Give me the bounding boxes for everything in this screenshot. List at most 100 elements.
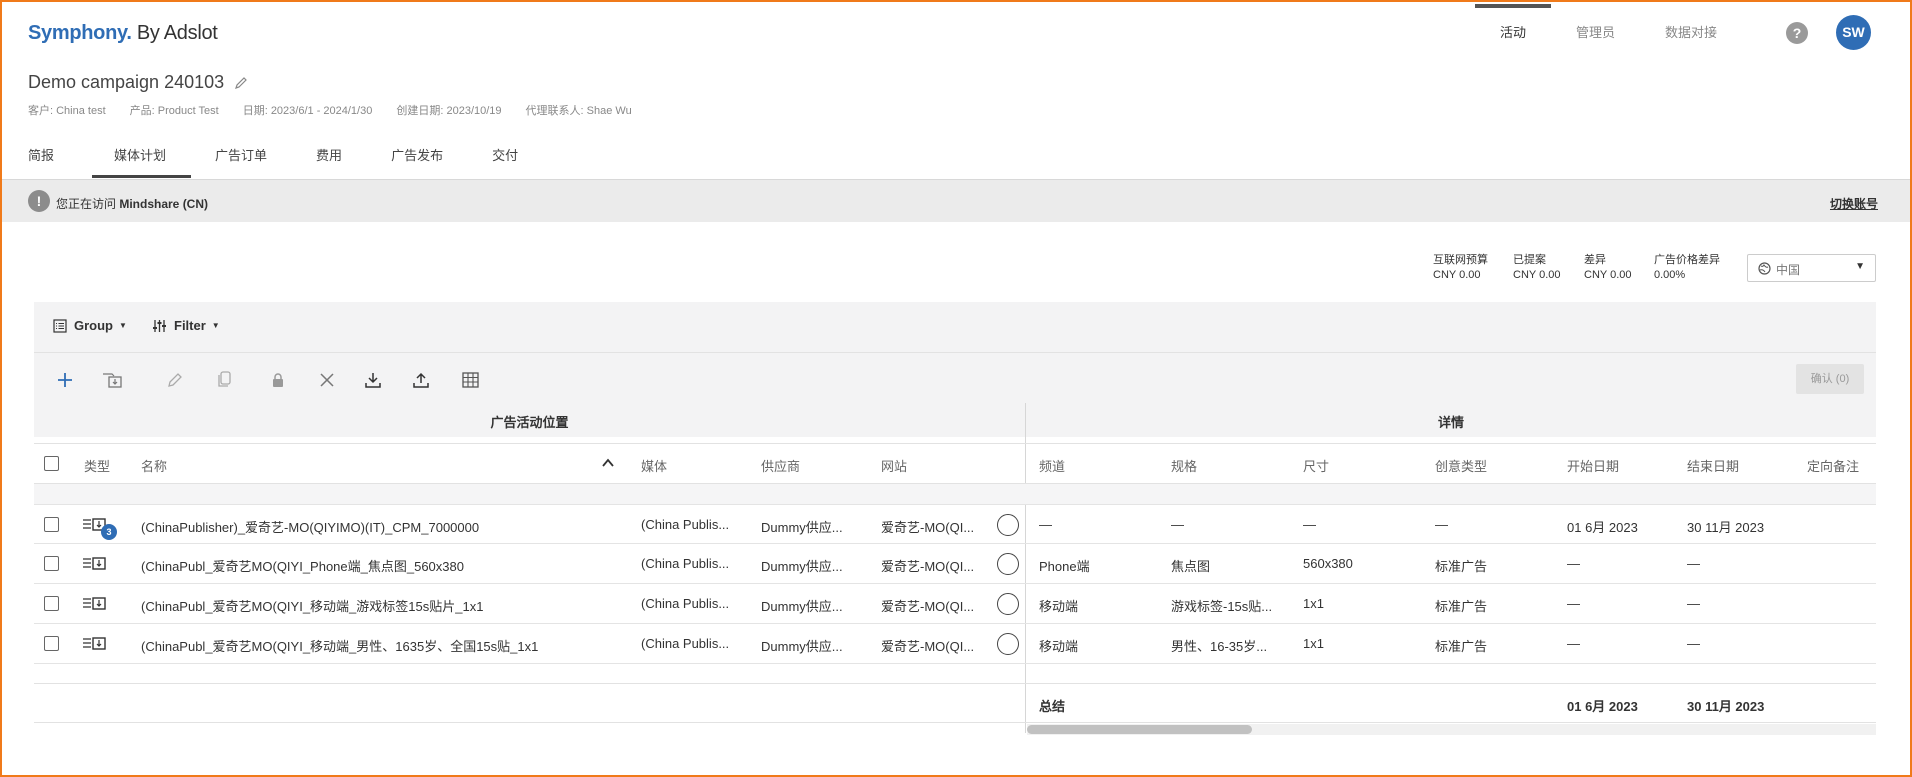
- row-radio[interactable]: [997, 514, 1019, 536]
- meta-client: 客户: China test: [28, 105, 106, 117]
- tab-brief[interactable]: 简报: [28, 135, 54, 178]
- col-spec[interactable]: 规格: [1171, 456, 1197, 475]
- placement-name[interactable]: (ChinaPubl_爱奇艺MO(QIYI_Phone端_焦点图_560x380: [141, 556, 621, 575]
- copy-icon[interactable]: [213, 369, 235, 391]
- chevron-down-icon: ▼: [1855, 261, 1865, 272]
- placement-package-icon: [83, 597, 106, 610]
- supplier-cell: Dummy供应...: [761, 520, 843, 535]
- sort-ascending-chevron-icon[interactable]: [601, 456, 615, 470]
- supplier-cell: Dummy供应...: [761, 559, 843, 574]
- move-placement-icon[interactable]: [102, 369, 124, 391]
- nav-admin[interactable]: 管理员: [1551, 0, 1640, 65]
- end-date-cell: —: [1687, 636, 1700, 651]
- group-list-icon: [53, 318, 67, 333]
- notice-text: 您正在访问 Mindshare (CN): [56, 197, 209, 211]
- summary-label: 总结: [1039, 699, 1066, 714]
- campaign-title-wrap: Demo campaign 240103: [28, 72, 248, 93]
- budget-internet: 互联网预算 CNY 0.00: [1433, 254, 1488, 281]
- nav-data-connect[interactable]: 数据对接: [1640, 0, 1742, 65]
- meta-agency-contact: 代理联系人: Shae Wu: [525, 105, 632, 117]
- col-site[interactable]: 网站: [881, 456, 907, 475]
- group-button[interactable]: Group ▼: [53, 318, 127, 333]
- tab-delivery[interactable]: 交付: [492, 135, 518, 178]
- globe-icon: [1758, 262, 1771, 275]
- section-details: 详情: [1437, 415, 1464, 430]
- page-title: Demo campaign 240103: [28, 72, 225, 92]
- add-icon[interactable]: [54, 369, 76, 391]
- tab-ad-publish[interactable]: 广告发布: [391, 135, 443, 178]
- site-cell: 爱奇艺-MO(QI...: [881, 559, 975, 574]
- start-date-cell: 01 6月 2023: [1567, 520, 1638, 535]
- columns-grid-icon[interactable]: [459, 369, 481, 391]
- site-cell: 爱奇艺-MO(QI...: [881, 599, 975, 614]
- download-icon[interactable]: [362, 369, 384, 391]
- brand-logo[interactable]: Symphony. By Adslot: [28, 22, 218, 45]
- placement-name[interactable]: (ChinaPublisher)_爱奇艺-MO(QIYIMO)(IT)_CPM_…: [141, 517, 621, 536]
- table-row[interactable]: 3 (ChinaPublisher)_爱奇艺-MO(QIYIMO)(IT)_CP…: [34, 504, 1876, 544]
- col-creative-type[interactable]: 创意类型: [1435, 456, 1487, 475]
- table-row[interactable]: (ChinaPubl_爱奇艺MO(QIYI_移动端_男性、1635岁、全国15s…: [34, 624, 1876, 664]
- col-name[interactable]: 名称: [141, 456, 167, 475]
- nav-campaigns[interactable]: 活动: [1474, 0, 1551, 65]
- row-radio[interactable]: [997, 553, 1019, 575]
- col-media[interactable]: 媒体: [641, 456, 667, 475]
- spec-cell: —: [1171, 517, 1184, 532]
- horizontal-scrollbar-thumb[interactable]: [1027, 725, 1252, 734]
- tab-media-plan[interactable]: 媒体计划: [92, 135, 192, 178]
- tab-ad-orders[interactable]: 广告订单: [215, 135, 267, 178]
- select-all-checkbox[interactable]: [44, 456, 59, 471]
- col-type[interactable]: 类型: [84, 456, 110, 475]
- avatar[interactable]: SW: [1836, 15, 1871, 50]
- help-icon[interactable]: ?: [1786, 22, 1808, 44]
- supplier-cell: Dummy供应...: [761, 639, 843, 654]
- placement-name[interactable]: (ChinaPubl_爱奇艺MO(QIYI_移动端_男性、1635岁、全国15s…: [141, 636, 621, 655]
- spec-cell: 游戏标签-15s贴...: [1171, 599, 1273, 614]
- lock-icon[interactable]: [267, 369, 289, 391]
- region-select[interactable]: 中国 ▼: [1747, 254, 1876, 282]
- col-supplier[interactable]: 供应商: [761, 456, 800, 475]
- switch-account-link[interactable]: 切换账号: [1830, 195, 1878, 212]
- edit-pencil-icon[interactable]: [234, 76, 248, 90]
- table-row[interactable]: (ChinaPubl_爱奇艺MO(QIYI_移动端_游戏标签15s贴片_1x1 …: [34, 584, 1876, 624]
- row-checkbox[interactable]: [44, 517, 59, 532]
- row-radio[interactable]: [997, 593, 1019, 615]
- top-bar: Symphony. By Adslot 活动 管理员 数据对接 ? SW: [0, 0, 1912, 65]
- edit-icon[interactable]: [164, 369, 186, 391]
- start-date-cell: —: [1567, 556, 1580, 571]
- col-start-date[interactable]: 开始日期: [1567, 456, 1619, 475]
- start-date-cell: —: [1567, 596, 1580, 611]
- col-size[interactable]: 尺寸: [1303, 456, 1329, 475]
- placement-name[interactable]: (ChinaPubl_爱奇艺MO(QIYI_移动端_游戏标签15s贴片_1x1: [141, 596, 621, 615]
- account-notice: ! 您正在访问 Mindshare (CN) 切换账号: [2, 179, 1910, 222]
- site-cell: 爱奇艺-MO(QI...: [881, 639, 975, 654]
- action-toolbar: 确认 (0): [34, 354, 1876, 405]
- table-row[interactable]: (ChinaPubl_爱奇艺MO(QIYI_Phone端_焦点图_560x380…: [34, 544, 1876, 584]
- size-cell: 1x1: [1303, 636, 1324, 651]
- media-cell: (China Publis...: [641, 596, 730, 611]
- table-header-row: 类型 名称 媒体 供应商 网站 频道 规格 尺寸 创意类型 开始日期 结束日期 …: [34, 443, 1876, 484]
- channel-cell: —: [1039, 517, 1052, 532]
- confirm-button[interactable]: 确认 (0): [1796, 364, 1864, 394]
- end-date-cell: —: [1687, 556, 1700, 571]
- campaign-tabs: 简报 媒体计划 广告订单 费用 广告发布 交付: [0, 135, 567, 178]
- end-date-cell: —: [1687, 596, 1700, 611]
- channel-cell: Phone端: [1039, 559, 1090, 574]
- row-radio[interactable]: [997, 633, 1019, 655]
- supplier-cell: Dummy供应...: [761, 599, 843, 614]
- budget-proposed: 已提案 CNY 0.00: [1513, 254, 1561, 281]
- spec-cell: 焦点图: [1171, 559, 1211, 574]
- size-cell: —: [1303, 517, 1316, 532]
- upload-icon[interactable]: [410, 369, 432, 391]
- summary-row: 总结 01 6月 2023 30 11月 2023: [34, 683, 1876, 723]
- filter-sliders-icon: [153, 319, 166, 332]
- row-checkbox[interactable]: [44, 556, 59, 571]
- delete-x-icon[interactable]: [316, 369, 338, 391]
- col-end-date[interactable]: 结束日期: [1687, 456, 1739, 475]
- row-checkbox[interactable]: [44, 636, 59, 651]
- tab-costs[interactable]: 费用: [316, 135, 342, 178]
- meta-dates: 日期: 2023/6/1 - 2024/1/30: [242, 105, 373, 117]
- filter-button[interactable]: Filter ▼: [152, 318, 220, 333]
- col-targeting-notes[interactable]: 定向备注: [1807, 456, 1859, 475]
- row-checkbox[interactable]: [44, 596, 59, 611]
- col-channel[interactable]: 频道: [1039, 456, 1065, 475]
